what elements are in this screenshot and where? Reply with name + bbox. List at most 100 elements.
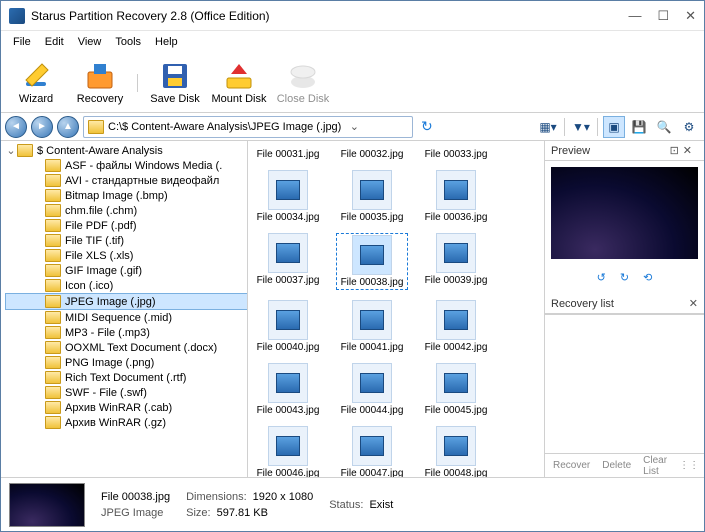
status-thumbnail [9, 483, 85, 527]
image-icon [268, 426, 308, 466]
file-item[interactable]: File 00039.jpg [420, 233, 492, 290]
tree-item[interactable]: PNG Image (.png) [5, 355, 248, 370]
tree-item[interactable]: File XLS (.xls) [5, 248, 248, 263]
file-item[interactable]: File 00032.jpg [336, 147, 408, 160]
file-item[interactable]: File 00047.jpg [336, 426, 408, 477]
tree-item[interactable]: GIF Image (.gif) [5, 263, 248, 278]
tree-item[interactable]: SWF - File (.swf) [5, 385, 248, 400]
folder-icon [45, 341, 61, 354]
tree-item[interactable]: OOXML Text Document (.docx) [5, 340, 248, 355]
maximize-button[interactable]: ☐ [657, 8, 669, 24]
recovery-button[interactable]: Recovery [71, 57, 129, 108]
folder-icon [45, 159, 61, 172]
file-list[interactable]: File 00031.jpg File 00032.jpg File 00033.j… [248, 141, 544, 477]
image-icon [436, 426, 476, 466]
folder-icon [45, 371, 61, 384]
folder-icon [45, 311, 61, 324]
tree-item[interactable]: ASF - файлы Windows Media (. [5, 158, 248, 173]
file-caption: File 00041.jpg [341, 342, 404, 353]
file-caption: File 00038.jpg [341, 277, 404, 288]
folder-icon [17, 144, 33, 157]
address-bar: ◄ ► ▲ C:\$ Content-Aware Analysis\JPEG I… [1, 113, 704, 141]
wizard-button[interactable]: Wizard [7, 57, 65, 108]
file-item[interactable]: File 00042.jpg [420, 300, 492, 353]
app-icon [9, 8, 25, 24]
back-button[interactable]: ◄ [5, 116, 27, 138]
preview-pin-icon[interactable]: ⊡ [670, 144, 679, 157]
tree-item[interactable]: Архив WinRAR (.cab) [5, 400, 248, 415]
tree-item[interactable]: Rich Text Document (.rtf) [5, 370, 248, 385]
close-button[interactable]: ✕ [685, 8, 696, 24]
search-button[interactable]: 🔍 [653, 116, 675, 138]
view-mode-button[interactable]: ▦▾ [537, 116, 559, 138]
tree-item[interactable]: chm.file (.chm) [5, 203, 248, 218]
file-caption: File 00036.jpg [425, 212, 488, 223]
tree-item[interactable]: JPEG Image (.jpg) [5, 293, 248, 310]
menu-edit[interactable]: Edit [39, 34, 70, 50]
up-button[interactable]: ▲ [57, 116, 79, 138]
file-item[interactable]: File 00031.jpg [252, 147, 324, 160]
file-item[interactable]: File 00046.jpg [252, 426, 324, 477]
image-icon [352, 170, 392, 210]
tree-item[interactable]: Bitmap Image (.bmp) [5, 188, 248, 203]
delete-button[interactable]: Delete [598, 460, 635, 471]
file-item[interactable]: File 00048.jpg [420, 426, 492, 477]
folder-tree[interactable]: ⌄ $ Content-Aware AnalysisASF - файлы Win… [1, 141, 248, 477]
file-item[interactable]: File 00044.jpg [336, 363, 408, 416]
save-button[interactable]: 💾 [628, 116, 650, 138]
file-item[interactable]: File 00038.jpg [336, 233, 408, 290]
preview-close-icon[interactable]: ✕ [683, 144, 692, 157]
folder-icon [45, 174, 61, 187]
menu-help[interactable]: Help [149, 34, 184, 50]
image-icon [352, 363, 392, 403]
file-item[interactable]: File 00035.jpg [336, 170, 408, 223]
rotate-right-icon[interactable]: ↻ [620, 271, 629, 284]
recovery-list-header: Recovery list ✕ [545, 294, 704, 314]
menu-view[interactable]: View [72, 34, 108, 50]
image-icon [436, 300, 476, 340]
tree-item[interactable]: Архив WinRAR (.gz) [5, 415, 248, 430]
reset-icon[interactable]: ⟲ [643, 271, 652, 284]
save-disk-button[interactable]: Save Disk [146, 57, 204, 108]
file-item[interactable]: File 00033.jpg [420, 147, 492, 160]
tree-item[interactable]: Icon (.ico) [5, 278, 248, 293]
image-icon [352, 235, 392, 275]
address-field[interactable]: C:\$ Content-Aware Analysis\JPEG Image (… [83, 116, 413, 138]
file-caption: File 00047.jpg [341, 468, 404, 477]
tree-item[interactable]: AVI - стандартные видеофайл [5, 173, 248, 188]
tree-item[interactable]: File PDF (.pdf) [5, 218, 248, 233]
filter-button[interactable]: ▼▾ [570, 116, 592, 138]
list-options-icon[interactable]: ⋮⋮ [675, 460, 703, 471]
tree-item[interactable]: MP3 - File (.mp3) [5, 325, 248, 340]
folder-icon [45, 326, 61, 339]
tree-item[interactable]: File TIF (.tif) [5, 233, 248, 248]
right-panel: Preview ⊡ ✕ ↺ ↻ ⟲ Recovery list ✕ Recove… [544, 141, 704, 477]
tree-item[interactable]: MIDI Sequence (.mid) [5, 310, 248, 325]
recovery-list[interactable] [545, 314, 704, 453]
rotate-left-icon[interactable]: ↺ [597, 271, 606, 284]
file-item[interactable]: File 00037.jpg [252, 233, 324, 290]
file-item[interactable]: File 00045.jpg [420, 363, 492, 416]
image-icon [268, 300, 308, 340]
file-item[interactable]: File 00043.jpg [252, 363, 324, 416]
file-item[interactable]: File 00040.jpg [252, 300, 324, 353]
menu-file[interactable]: File [7, 34, 37, 50]
file-item[interactable]: File 00036.jpg [420, 170, 492, 223]
refresh-button[interactable]: ↻ [417, 118, 437, 135]
recovery-close-icon[interactable]: ✕ [689, 297, 698, 310]
options-button[interactable]: ⚙ [678, 116, 700, 138]
tree-twisty[interactable]: ⌄ [5, 144, 17, 157]
mount-disk-button[interactable]: Mount Disk [210, 57, 268, 108]
address-dropdown[interactable]: ⌄ [345, 120, 363, 133]
forward-button[interactable]: ► [31, 116, 53, 138]
recover-button[interactable]: Recover [549, 460, 594, 471]
tree-root-label[interactable]: $ Content-Aware Analysis [37, 145, 163, 157]
file-item[interactable]: File 00034.jpg [252, 170, 324, 223]
preview-toggle[interactable]: ▣ [603, 116, 625, 138]
menu-tools[interactable]: Tools [109, 34, 147, 50]
file-caption: File 00032.jpg [341, 149, 404, 160]
status-filename: File 00038.jpg [101, 491, 170, 503]
file-item[interactable]: File 00041.jpg [336, 300, 408, 353]
clear-list-button[interactable]: Clear List [639, 455, 671, 477]
minimize-button[interactable]: — [628, 8, 641, 24]
